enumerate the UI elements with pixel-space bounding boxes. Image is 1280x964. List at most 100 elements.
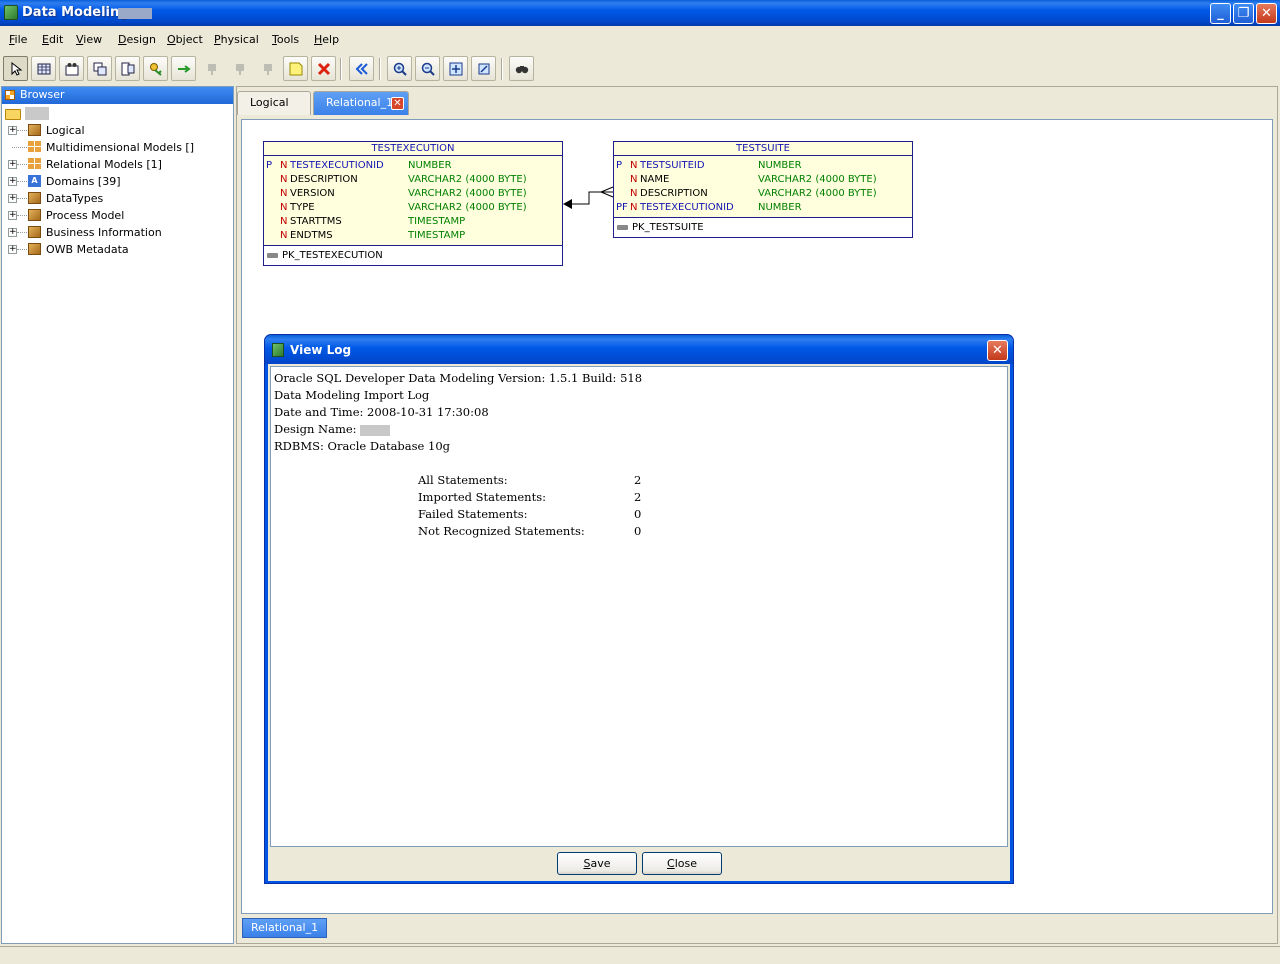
tree-item-process-model[interactable]: + Process Model [2,207,232,224]
new-table-button[interactable] [31,56,56,81]
table-testsuite[interactable]: TESTSUITE P N TESTSUITEID NUMBER N NAME VARCHA… [613,141,913,238]
minimize-button[interactable]: _ [1210,3,1231,24]
expand-icon[interactable]: + [8,177,17,186]
table-column-row[interactable]: P N TESTSUITEID NUMBER [614,159,912,173]
save-button[interactable]: Save [557,852,637,875]
fk-n-n-button[interactable] [255,56,280,81]
log-text-area[interactable]: Oracle SQL Developer Data Modeling Versi… [270,366,1008,847]
stat-label: All Statements: [418,473,508,487]
stat-value: 2 [634,473,642,487]
fit-screen-button[interactable] [443,56,468,81]
table-column-row[interactable]: PF N TESTEXECUTIONID NUMBER [614,201,912,215]
column-name: TESTEXECUTIONID [290,160,384,171]
column-mandatory-flag: N [630,174,638,185]
column-type: NUMBER [408,160,452,171]
new-note-button[interactable] [283,56,308,81]
fit-screen-icon [449,62,463,76]
find-icon [515,66,529,74]
tree-item-multidimensional-models[interactable]: Multidimensional Models [] [2,139,232,156]
column-mandatory-flag: N [630,188,638,199]
find-button[interactable] [509,56,534,81]
expand-icon[interactable]: + [8,160,17,169]
column-mandatory-flag: N [630,160,638,171]
arrow-button[interactable] [171,56,196,81]
close-tab-icon[interactable]: ✕ [391,97,404,110]
table-column-row[interactable]: N DESCRIPTION VARCHAR2 (4000 BYTE) [614,187,912,201]
expand-icon[interactable]: + [8,126,17,135]
column-key-flag: PF [616,202,628,213]
menu-physical[interactable]: Physical [214,33,259,46]
log-line: Oracle SQL Developer Data Modeling Versi… [274,371,643,385]
expand-icon[interactable]: + [8,211,17,220]
merge-tables-button[interactable] [115,56,140,81]
default-size-button[interactable] [471,56,496,81]
table-column-row[interactable]: N DESCRIPTION VARCHAR2 (4000 BYTE) [264,173,562,187]
split-table-button[interactable] [87,56,112,81]
cube-icon [28,209,41,221]
table-column-row[interactable]: N ENDTMS TIMESTAMP [264,229,562,243]
design-root-node[interactable] [25,107,49,120]
dialog-title-bar: View Log ✕ [265,335,1013,364]
column-mandatory-flag: N [280,216,288,227]
view-log-dialog: View Log ✕ Oracle SQL Developer Data Mod… [264,334,1014,884]
tree-item-logical[interactable]: + Logical [2,122,232,139]
toolbar [0,54,1280,84]
menu-file[interactable]: File [9,33,27,46]
table-column-row[interactable]: N VERSION VARCHAR2 (4000 BYTE) [264,187,562,201]
close-window-button[interactable]: ✕ [1256,3,1277,24]
tree-item-label: Domains [39] [46,175,121,188]
app-icon [272,343,284,357]
table-column-row[interactable]: N TYPE VARCHAR2 (4000 BYTE) [264,201,562,215]
pk-constraint[interactable]: PK_TESTEXECUTION [264,246,562,265]
new-note-icon [289,62,303,76]
status-bar [0,946,1280,964]
menu-view[interactable]: View [76,33,102,46]
select-tool-button[interactable] [3,56,28,81]
engineer-to-logical-button[interactable] [349,56,374,81]
table-column-row[interactable]: P N TESTEXECUTIONID NUMBER [264,159,562,173]
table-testexecution[interactable]: TESTEXECUTION P N TESTEXECUTIONID NUMBER N DE… [263,141,563,266]
column-list: P N TESTSUITEID NUMBER N NAME VARCHAR2 (4000 B… [614,156,912,218]
tab-logical[interactable]: Logical [237,91,311,115]
tree-item-label: DataTypes [46,192,104,205]
menu-tools[interactable]: Tools [272,33,299,46]
zoom-out-button[interactable] [415,56,440,81]
fk-relationship-line[interactable] [563,182,615,212]
table-column-row[interactable]: N STARTTMS TIMESTAMP [264,215,562,229]
new-fk-button[interactable] [143,56,168,81]
table-column-row[interactable]: N NAME VARCHAR2 (4000 BYTE) [614,173,912,187]
zoom-in-button[interactable] [387,56,412,81]
pk-constraint[interactable]: PK_TESTSUITE [614,218,912,237]
tab-label: Logical [250,96,289,109]
column-mandatory-flag: N [280,160,288,171]
fk-1-1-button[interactable] [199,56,224,81]
tree-item-domains[interactable]: + A Domains [39] [2,173,232,190]
menu-design[interactable]: Design [118,33,156,46]
column-mandatory-flag: N [280,230,288,241]
column-type: VARCHAR2 (4000 BYTE) [758,174,877,185]
browser-panel: Browser + Logical Multidimensional Model… [1,86,234,944]
close-button[interactable]: Close [642,852,722,875]
delete-icon [317,62,331,76]
tab-relational-1[interactable]: Relational_1 ✕ [313,91,409,115]
expand-icon[interactable]: + [8,228,17,237]
fk-1-n-button[interactable] [227,56,252,81]
tree-item-business-information[interactable]: + Business Information [2,224,232,241]
menu-object[interactable]: Object [167,33,203,46]
redacted-design-name [118,8,152,19]
tree-item-owb-metadata[interactable]: + OWB Metadata [2,241,232,258]
expand-icon[interactable]: + [8,245,17,254]
new-view-button[interactable] [59,56,84,81]
dialog-close-button[interactable]: ✕ [987,340,1008,361]
tree-item-relational-models[interactable]: + Relational Models [1] [2,156,232,173]
column-name: TESTSUITEID [640,160,705,171]
restore-button[interactable]: ❐ [1233,3,1254,24]
menu-edit[interactable]: Edit [42,33,63,46]
delete-button[interactable] [311,56,336,81]
menu-help[interactable]: Help [314,33,339,46]
log-line: Data Modeling Import Log [274,388,430,402]
bottom-tab-relational-1[interactable]: Relational_1 [242,918,328,938]
expand-icon[interactable]: + [8,194,17,203]
tree-item-datatypes[interactable]: + DataTypes [2,190,232,207]
domain-icon: A [28,175,41,187]
